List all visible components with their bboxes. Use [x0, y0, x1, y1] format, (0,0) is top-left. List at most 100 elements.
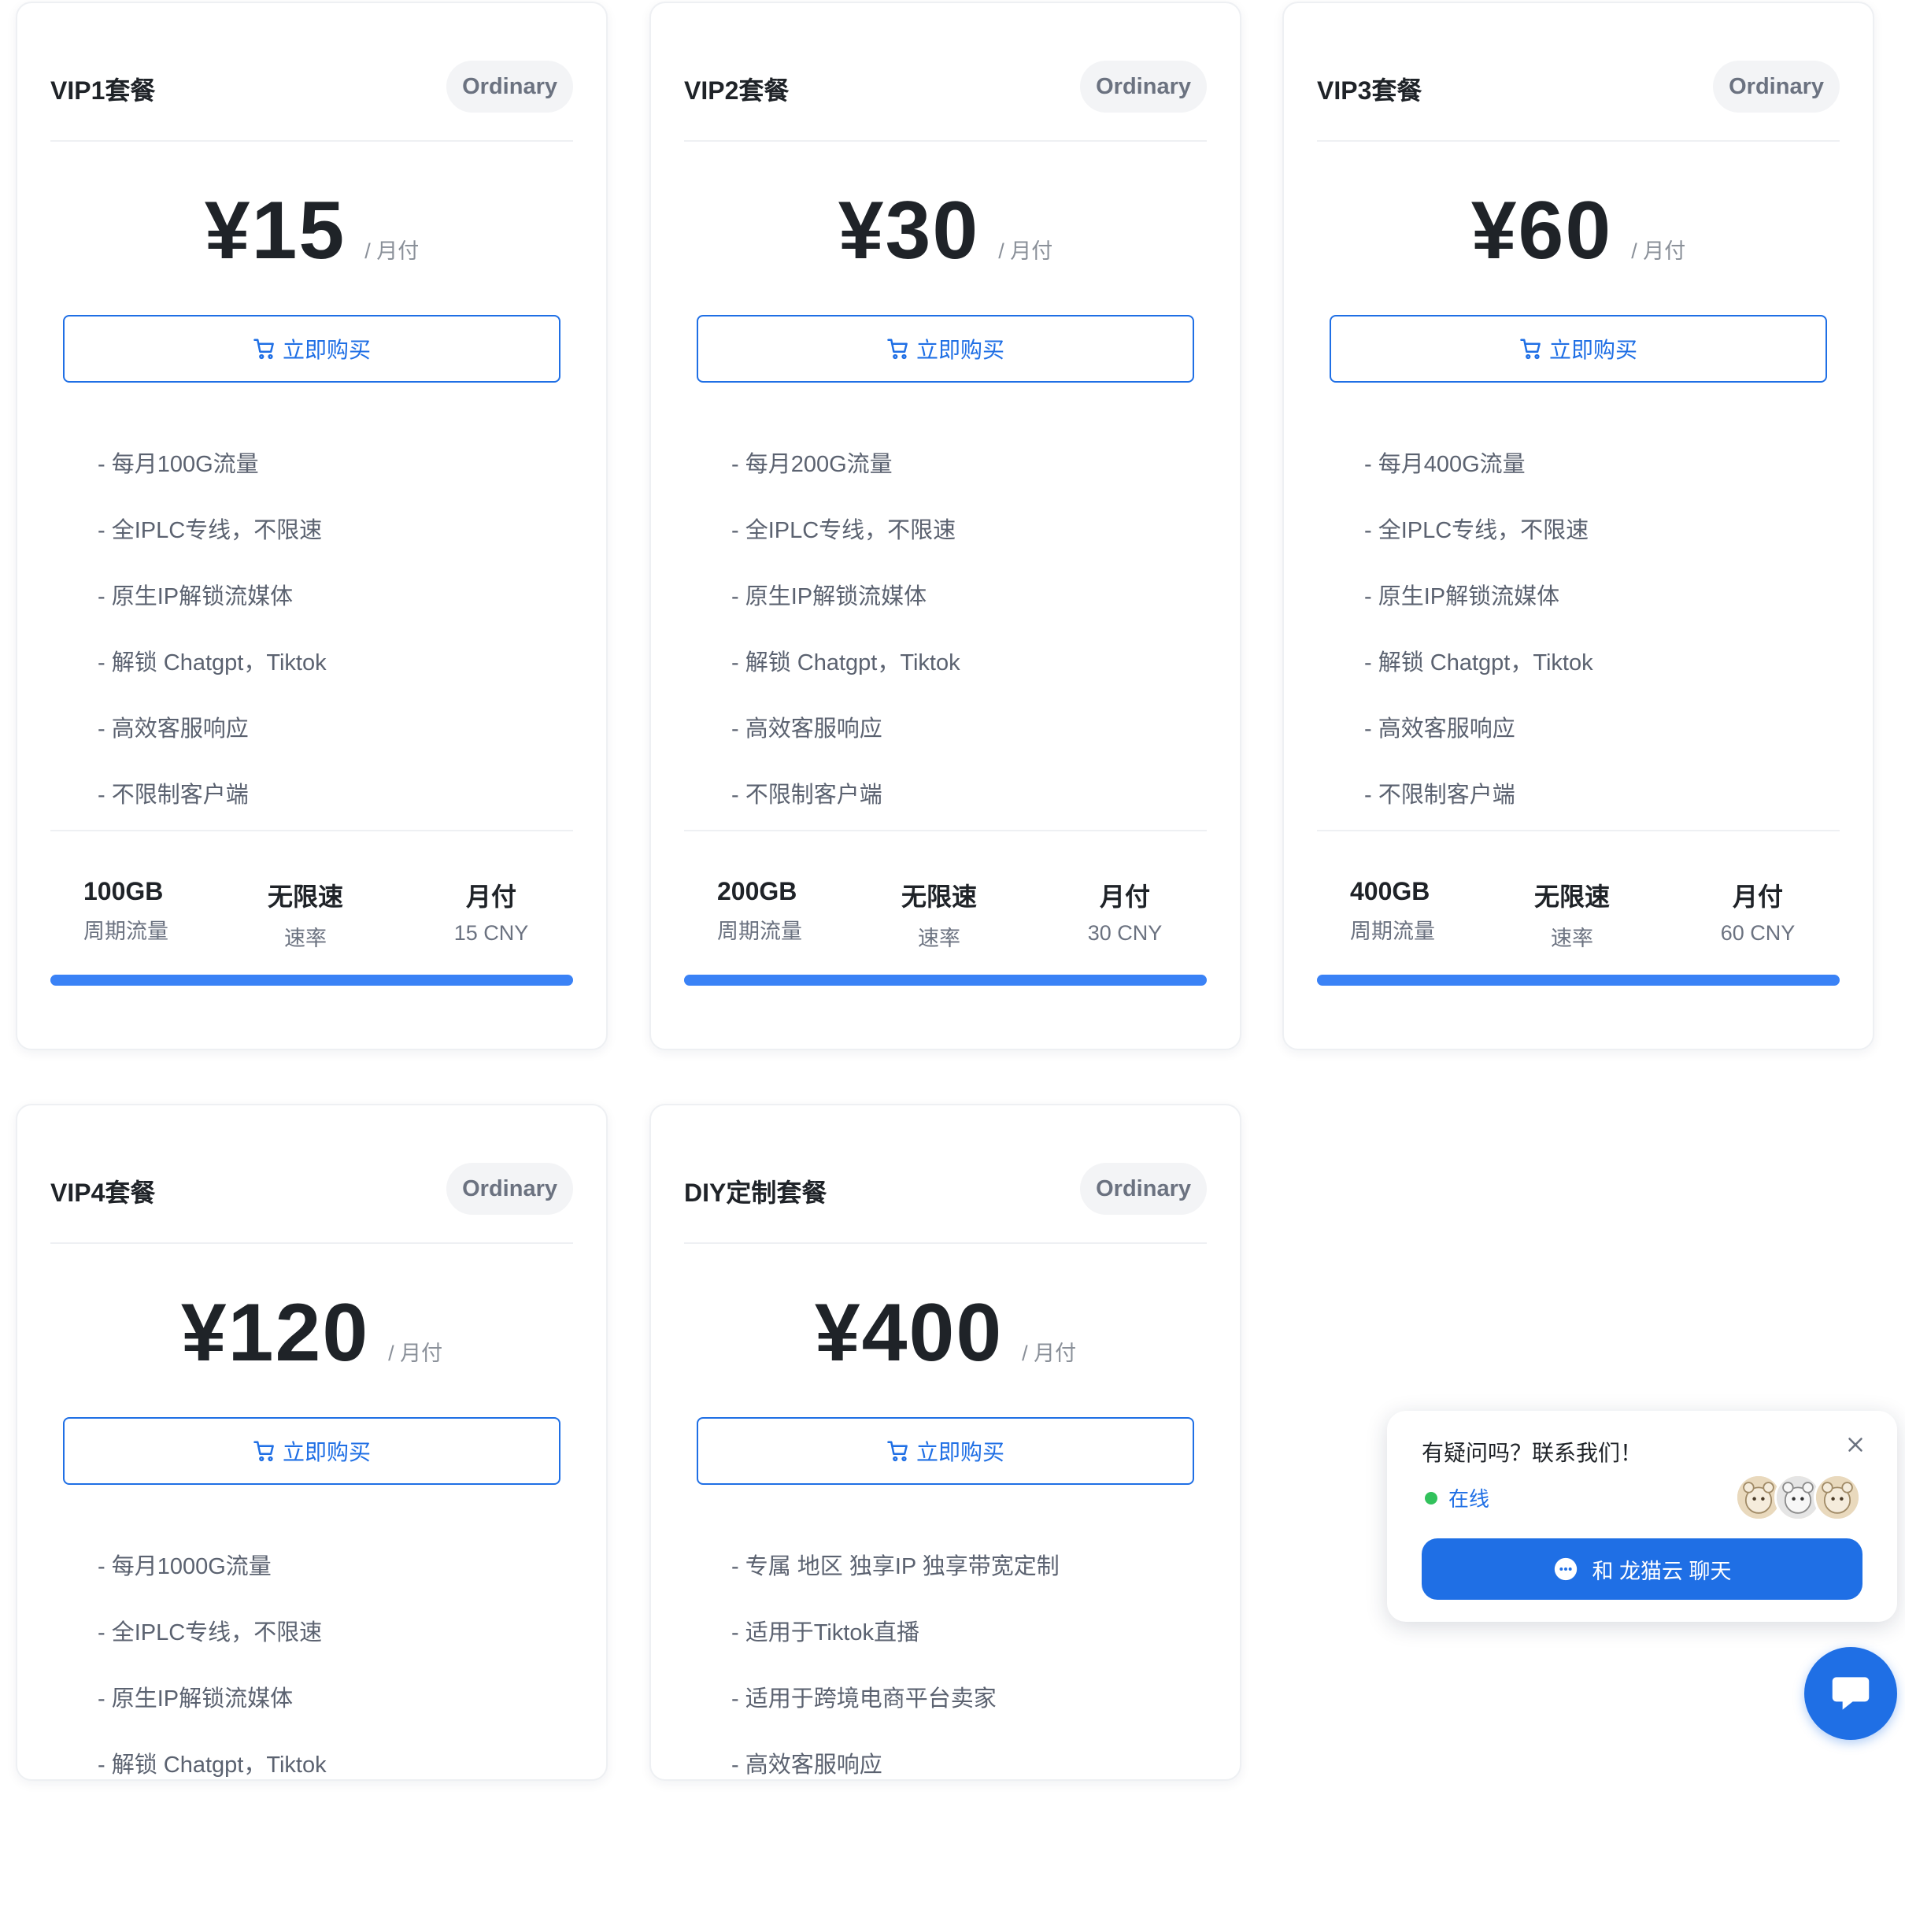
chinchilla-avatar-icon	[1777, 1476, 1819, 1519]
plan-badge: Ordinary	[1713, 61, 1840, 113]
plan-title: DIY定制套餐	[684, 1179, 827, 1207]
stat-speed: 无限速 速率	[219, 877, 392, 952]
plan-price: ¥30	[838, 185, 980, 276]
feature-item: - 适用于Tiktok直播	[731, 1620, 919, 1645]
stat-label: 15 CNY	[453, 921, 529, 945]
plan-stats: 400GB 周期流量 无限速 速率 月付 60 CNY	[1317, 877, 1840, 956]
price-row: ¥60 / 月付	[1284, 184, 1873, 279]
cart-icon	[887, 339, 908, 360]
stat-label: 速率	[1551, 927, 1593, 950]
buy-now-button[interactable]: 立即购买	[63, 315, 560, 383]
cart-icon	[253, 1441, 274, 1462]
stat-value: 无限速	[901, 883, 977, 911]
price-row: ¥30 / 月付	[651, 184, 1240, 279]
plan-card-diy: DIY定制套餐 Ordinary ¥400 / 月付 立即购买 - 专属 地区 独…	[649, 1104, 1241, 1781]
plan-badge: Ordinary	[446, 61, 573, 113]
stat-billing: 月付 60 CNY	[1695, 877, 1821, 946]
feature-item: - 不限制客户端	[1364, 783, 1515, 808]
stat-value: 月付	[1099, 883, 1150, 911]
chat-question: 有疑问吗？联系我们！	[1422, 1441, 1643, 1465]
plan-title: VIP2套餐	[684, 76, 790, 105]
feature-item: - 高效客服响应	[98, 716, 249, 742]
stat-billing: 月付 15 CNY	[428, 877, 554, 946]
price-row: ¥400 / 月付	[651, 1286, 1240, 1381]
plan-card-vip3: VIP3套餐 Ordinary ¥60 / 月付 立即购买 - 每月400G流量 …	[1282, 2, 1874, 1050]
feature-item: - 原生IP解锁流媒体	[731, 584, 927, 609]
feature-list: - 专属 地区 独享IP 独享带宽定制 - 适用于Tiktok直播 - 适用于跨…	[684, 1524, 1207, 1932]
feature-item: - 不限制客户端	[731, 783, 882, 808]
cart-icon	[1520, 339, 1541, 360]
chinchilla-avatar-icon	[1816, 1476, 1859, 1519]
feature-item: - 高效客服响应	[731, 1752, 882, 1778]
start-chat-button[interactable]: 和 龙猫云 聊天	[1422, 1538, 1862, 1600]
online-dot-icon	[1425, 1491, 1437, 1505]
buy-now-label: 立即购买	[282, 1440, 371, 1464]
plan-period: / 月付	[388, 1342, 443, 1365]
feature-item: - 解锁 Chatgpt，Tiktok	[98, 1752, 327, 1778]
plan-title: VIP3套餐	[1317, 76, 1422, 105]
stat-speed: 无限速 速率	[1485, 877, 1659, 952]
feature-list: - 每月400G流量 - 全IPLC专线，不限速 - 原生IP解锁流媒体 - 解…	[1317, 422, 1840, 831]
buy-now-button[interactable]: 立即购买	[63, 1417, 560, 1485]
stat-label: 30 CNY	[1087, 921, 1163, 945]
plan-badge: Ordinary	[1080, 61, 1207, 113]
chat-bubble-icon	[1555, 1557, 1578, 1581]
close-icon[interactable]	[1844, 1433, 1867, 1456]
buy-now-label: 立即购买	[282, 338, 371, 362]
plan-period: / 月付	[998, 239, 1053, 263]
feature-item: - 专属 地区 独享IP 独享带宽定制	[731, 1554, 1060, 1579]
feature-item: - 高效客服响应	[731, 716, 882, 742]
plan-card-vip4: VIP4套餐 Ordinary ¥120 / 月付 立即购买 - 每月1000G流…	[16, 1104, 608, 1781]
cart-icon	[887, 1441, 908, 1462]
avatar	[1814, 1474, 1861, 1521]
buy-now-label: 立即购买	[916, 1440, 1004, 1464]
feature-list: - 每月200G流量 - 全IPLC专线，不限速 - 原生IP解锁流媒体 - 解…	[684, 422, 1207, 831]
buy-now-label: 立即购买	[916, 338, 1004, 362]
chinchilla-avatar-icon	[1737, 1476, 1780, 1519]
feature-item: - 每月400G流量	[1364, 452, 1526, 477]
chat-icon	[1832, 1677, 1870, 1710]
cart-icon	[253, 339, 274, 360]
plan-progress-bar	[1317, 975, 1840, 986]
plan-price: ¥120	[180, 1287, 370, 1379]
feature-item: - 每月200G流量	[731, 452, 893, 477]
plan-stats: 200GB 周期流量 无限速 速率 月付 30 CNY	[684, 877, 1207, 956]
stat-label: 速率	[918, 927, 960, 950]
feature-item: - 每月100G流量	[98, 452, 259, 477]
feature-list: - 每月1000G流量 - 全IPLC专线，不限速 - 原生IP解锁流媒体 - …	[50, 1524, 573, 1932]
plan-card-vip2: VIP2套餐 Ordinary ¥30 / 月付 立即购买 - 每月200G流量 …	[649, 2, 1241, 1050]
feature-item: - 适用于跨境电商平台卖家	[731, 1686, 997, 1712]
stat-speed: 无限速 速率	[853, 877, 1026, 952]
chat-launcher-button[interactable]	[1804, 1647, 1897, 1740]
plan-period: / 月付	[1631, 239, 1686, 263]
feature-item: - 原生IP解锁流媒体	[98, 584, 294, 609]
plan-period: / 月付	[364, 239, 420, 263]
plan-progress-bar	[50, 975, 573, 986]
feature-item: - 不限制客户端	[98, 783, 249, 808]
price-row: ¥120 / 月付	[17, 1286, 606, 1381]
plan-progress-bar	[684, 975, 1207, 986]
stat-label: 速率	[284, 927, 327, 950]
stat-value: 月付	[1732, 883, 1783, 911]
online-status-label: 在线	[1448, 1487, 1490, 1511]
chat-popup: 有疑问吗？联系我们！ 在线 和 龙猫云 聊天	[1387, 1411, 1897, 1622]
feature-item: - 每月1000G流量	[98, 1554, 272, 1579]
plan-stats: 100GB 周期流量 无限速 速率 月付 15 CNY	[50, 877, 573, 956]
buy-now-button[interactable]: 立即购买	[697, 315, 1194, 383]
plan-price: ¥15	[204, 185, 346, 276]
buy-now-label: 立即购买	[1548, 338, 1637, 362]
feature-item: - 全IPLC专线，不限速	[1364, 518, 1589, 543]
pricing-page: VIP1套餐 Ordinary ¥15 / 月付 立即购买 - 每月100G流量 …	[0, 0, 1905, 1781]
stat-value: 月付	[465, 883, 516, 911]
plan-title: VIP1套餐	[50, 76, 156, 105]
stat-value: 无限速	[267, 883, 343, 911]
buy-now-button[interactable]: 立即购买	[697, 1417, 1194, 1485]
feature-item: - 原生IP解锁流媒体	[1364, 584, 1560, 609]
plan-badge: Ordinary	[1080, 1163, 1207, 1215]
feature-item: - 全IPLC专线，不限速	[731, 518, 956, 543]
feature-item: - 解锁 Chatgpt，Tiktok	[98, 650, 327, 675]
buy-now-button[interactable]: 立即购买	[1330, 315, 1827, 383]
start-chat-label: 和 龙猫云 聊天	[1592, 1559, 1732, 1583]
feature-item: - 全IPLC专线，不限速	[98, 518, 323, 543]
plan-price: ¥60	[1470, 185, 1613, 276]
